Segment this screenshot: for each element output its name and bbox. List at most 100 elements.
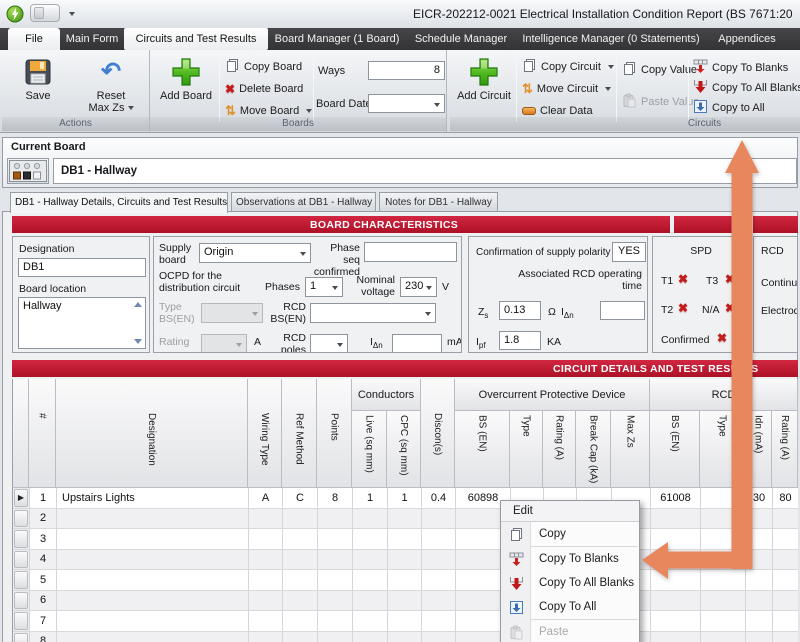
- cell-wiring-type[interactable]: [249, 632, 283, 642]
- cell-rcd-type[interactable]: [701, 611, 746, 631]
- header-wiring-type[interactable]: Wiring Type: [248, 379, 282, 488]
- move-circuit-button[interactable]: ⇅ Move Circuit: [522, 79, 611, 98]
- cell-cpc[interactable]: [388, 509, 422, 529]
- cell-designation[interactable]: [57, 632, 249, 642]
- header-points[interactable]: Points: [317, 379, 352, 488]
- table-row[interactable]: 4: [13, 550, 798, 571]
- cell-ref-method[interactable]: [283, 509, 318, 529]
- cell-designation[interactable]: [57, 550, 249, 570]
- menu-item-copy-to-all[interactable]: Copy To All: [501, 595, 639, 619]
- cell-rcd-idn[interactable]: [746, 550, 773, 570]
- cell-ref-method[interactable]: [283, 570, 318, 590]
- idn-input[interactable]: [392, 334, 442, 353]
- header-discon[interactable]: Discon(s): [421, 379, 455, 488]
- cell-wiring-type[interactable]: [249, 509, 283, 529]
- row-selector[interactable]: [13, 570, 30, 590]
- table-row[interactable]: 7: [13, 611, 798, 632]
- cell-cpc[interactable]: [388, 570, 422, 590]
- designation-input[interactable]: DB1: [18, 258, 146, 277]
- add-circuit-button[interactable]: Add Circuit: [455, 54, 513, 114]
- spd-t2-mark-icon[interactable]: ✖: [678, 302, 688, 314]
- cell-rcd-rating[interactable]: [773, 611, 798, 631]
- cell-rcd-idn[interactable]: [746, 570, 773, 590]
- cell-points[interactable]: [318, 611, 353, 631]
- cell-wiring-type[interactable]: [249, 550, 283, 570]
- spd-t1-mark-icon[interactable]: ✖: [678, 273, 688, 285]
- cell-ref-method[interactable]: [283, 529, 318, 549]
- cell-points[interactable]: [318, 550, 353, 570]
- board-icon[interactable]: [7, 158, 49, 184]
- tab-board-manager[interactable]: Board Manager (1 Board): [268, 28, 406, 50]
- cell-cpc[interactable]: [388, 550, 422, 570]
- cell-live[interactable]: [353, 570, 388, 590]
- board-date-combo[interactable]: [368, 94, 445, 113]
- cell-rcd-rating[interactable]: 80: [773, 488, 798, 508]
- cell-live[interactable]: [353, 550, 388, 570]
- cell-rcd-idn[interactable]: [746, 611, 773, 631]
- cell-rcd-idn[interactable]: [746, 591, 773, 611]
- phases-combo[interactable]: 1: [305, 277, 343, 297]
- cell-wiring-type[interactable]: [249, 570, 283, 590]
- cell-discon[interactable]: [422, 509, 456, 529]
- cell-rcd-rating[interactable]: [773, 550, 798, 570]
- menu-item-copy-to-blanks[interactable]: Copy To Blanks: [501, 547, 639, 571]
- cell-designation[interactable]: [57, 509, 249, 529]
- tab-appendices[interactable]: Appendices: [706, 28, 788, 50]
- row-selector[interactable]: [13, 591, 30, 611]
- cell-rcd-idn[interactable]: [746, 632, 773, 642]
- rcd-poles-combo[interactable]: [310, 334, 348, 353]
- cell-rcd-type[interactable]: [701, 550, 746, 570]
- cell-discon[interactable]: [422, 570, 456, 590]
- cell-rcd-bs-en[interactable]: [651, 591, 701, 611]
- spd-confirmed-mark-icon[interactable]: ✖: [717, 332, 727, 344]
- header-num[interactable]: #: [29, 379, 56, 488]
- cell-rcd-type[interactable]: [701, 488, 746, 508]
- copy-circuit-button[interactable]: Copy Circuit: [522, 57, 614, 76]
- cell-discon[interactable]: [422, 550, 456, 570]
- cell-discon[interactable]: [422, 591, 456, 611]
- cell-points[interactable]: [318, 509, 353, 529]
- tab-schedule-manager[interactable]: Schedule Manager: [406, 28, 516, 50]
- menu-item-copy-to-all-blanks[interactable]: Copy To All Blanks: [501, 571, 639, 595]
- header-live[interactable]: Live (sq mm): [352, 411, 387, 488]
- cell-rcd-bs-en[interactable]: [651, 550, 701, 570]
- table-row[interactable]: 8: [13, 632, 798, 642]
- row-selector[interactable]: [13, 550, 30, 570]
- idn-operating-time-input[interactable]: [600, 301, 645, 320]
- row-selector[interactable]: [13, 509, 30, 529]
- cell-discon[interactable]: [422, 632, 456, 642]
- cell-rcd-type[interactable]: [701, 591, 746, 611]
- cell-cpc[interactable]: 1: [388, 488, 422, 508]
- cell-discon[interactable]: [422, 611, 456, 631]
- cell-rcd-rating[interactable]: [773, 570, 798, 590]
- header-rcd-type[interactable]: Type: [700, 411, 745, 488]
- cell-wiring-type[interactable]: [249, 591, 283, 611]
- cell-rcd-idn[interactable]: 30: [746, 488, 773, 508]
- spd-t3-mark-icon[interactable]: ✖: [725, 273, 735, 285]
- doc-tab-details[interactable]: DB1 - Hallway Details, Circuits and Test…: [10, 192, 228, 213]
- polarity-input[interactable]: YES: [612, 242, 646, 262]
- tab-intelligence-manager[interactable]: Intelligence Manager (0 Statements): [516, 28, 706, 50]
- cell-rcd-type[interactable]: [701, 632, 746, 642]
- cell-designation[interactable]: [57, 570, 249, 590]
- header-ops-type[interactable]: Type: [510, 411, 543, 488]
- cell-discon[interactable]: 0.4: [422, 488, 456, 508]
- cell-live[interactable]: [353, 509, 388, 529]
- cell-designation[interactable]: [57, 611, 249, 631]
- header-rcd-idn[interactable]: Idn (mA): [745, 411, 772, 488]
- cell-rcd-bs-en[interactable]: [651, 509, 701, 529]
- doc-tab-observations[interactable]: Observations at DB1 - Hallway: [231, 192, 376, 212]
- cell-rcd-rating[interactable]: [773, 591, 798, 611]
- header-ref-method[interactable]: Ref Method: [282, 379, 317, 488]
- table-row[interactable]: ▶ 1 Upstairs Lights A C 8 1 1 0.4 60898 …: [13, 488, 798, 509]
- cell-ref-method[interactable]: [283, 550, 318, 570]
- cell-wiring-type[interactable]: [249, 611, 283, 631]
- cell-wiring-type[interactable]: A: [249, 488, 283, 508]
- quick-access-dropdown-icon[interactable]: [69, 12, 75, 16]
- cell-rcd-rating[interactable]: [773, 632, 798, 642]
- row-selector[interactable]: [13, 529, 30, 549]
- cell-ref-method[interactable]: [283, 632, 318, 642]
- copy-to-blanks-button[interactable]: Copy To Blanks: [693, 58, 788, 77]
- tab-main-form[interactable]: Main Form: [60, 28, 124, 50]
- cell-ref-method[interactable]: [283, 591, 318, 611]
